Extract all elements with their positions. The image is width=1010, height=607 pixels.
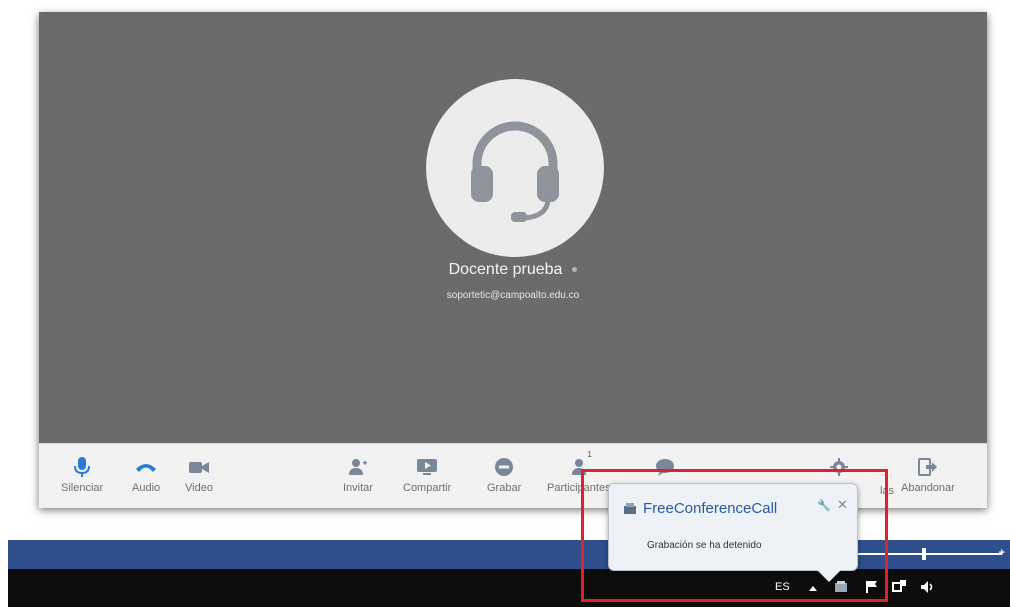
audio-button[interactable]: Audio xyxy=(132,456,160,494)
chat-button[interactable] xyxy=(655,456,675,478)
video-label: Video xyxy=(185,482,213,494)
phone-icon xyxy=(136,464,157,472)
participant-avatar xyxy=(426,79,604,257)
timeline-slider[interactable]: + xyxy=(842,547,1005,560)
invite-button[interactable]: Invitar xyxy=(343,456,373,494)
headset-icon xyxy=(471,121,559,222)
language-indicator[interactable]: ES xyxy=(775,581,790,593)
add-user-icon xyxy=(348,459,367,475)
share-button[interactable]: Compartir xyxy=(403,456,451,494)
show-hidden-icons-icon[interactable] xyxy=(809,585,817,591)
participant-name-text: Docente prueba xyxy=(448,261,563,278)
participants-count-badge: 1 xyxy=(587,450,592,459)
wrench-icon[interactable]: 🔧 xyxy=(817,499,831,512)
settings-button[interactable] xyxy=(829,456,849,478)
timeline-thumb[interactable] xyxy=(922,548,926,560)
microphone-icon xyxy=(74,457,91,477)
notification-title: FreeConferenceCall xyxy=(643,500,778,517)
video-camera-icon xyxy=(188,462,209,473)
participant-email: soportetic@campoalto.edu.co xyxy=(446,290,580,301)
audio-label: Audio xyxy=(132,482,161,494)
participants-icon xyxy=(571,459,586,475)
windows-taskbar: ES xyxy=(8,569,1010,607)
participants-button[interactable]: 1 Participantes xyxy=(547,450,611,494)
share-label: Compartir xyxy=(403,482,452,494)
video-stage: Docente prueba soportetic@campoalto.edu.… xyxy=(39,12,987,442)
video-button[interactable]: Video xyxy=(185,456,213,494)
chat-bubble-icon xyxy=(656,459,674,476)
action-center-flag-icon[interactable] xyxy=(865,580,879,594)
network-icon[interactable] xyxy=(891,579,907,595)
settings-label-partial: las xyxy=(880,485,895,497)
notification-balloon[interactable]: FreeConferenceCall 🔧 ✕ Grabación se ha d… xyxy=(608,483,858,582)
leave-button[interactable]: Abandonar xyxy=(901,456,955,494)
notification-message: Grabación se ha detenido xyxy=(647,540,762,551)
record-label: Grabar xyxy=(487,482,522,494)
gear-icon xyxy=(830,458,848,476)
screen-share-icon xyxy=(417,459,438,475)
conference-app-icon xyxy=(624,503,636,514)
participant-name: Docente prueba xyxy=(39,261,987,279)
meeting-window: Docente prueba soportetic@campoalto.edu.… xyxy=(39,12,987,508)
invite-label: Invitar xyxy=(343,482,373,494)
record-button[interactable]: Grabar xyxy=(487,456,521,494)
mute-button[interactable]: Silenciar xyxy=(61,456,103,494)
record-icon xyxy=(495,458,514,476)
close-icon[interactable]: ✕ xyxy=(837,497,848,513)
leave-icon xyxy=(917,458,937,476)
mute-label: Silenciar xyxy=(61,482,104,494)
timeline-end-marker: + xyxy=(998,547,1005,559)
volume-icon[interactable] xyxy=(920,580,934,594)
conference-tray-icon[interactable] xyxy=(834,580,848,594)
participants-label: Participantes xyxy=(547,482,611,494)
media-player-bar: + xyxy=(8,540,1010,569)
status-dot xyxy=(572,267,578,273)
leave-label: Abandonar xyxy=(901,482,955,494)
